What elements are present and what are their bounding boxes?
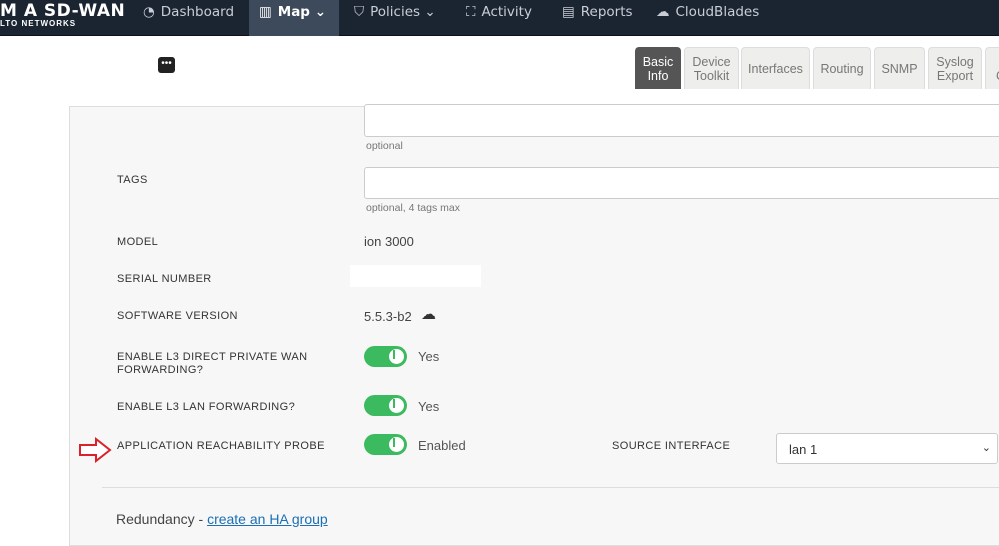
nav-label: CloudBlades (676, 4, 760, 20)
tags-input[interactable] (364, 167, 999, 199)
app-probe-label: APPLICATION REACHABILITY PROBE (117, 440, 325, 453)
brand-logo: M A SD-WAN (0, 1, 125, 21)
nav-label: Activity (481, 4, 532, 20)
tags-hint: optional, 4 tags max (366, 202, 460, 214)
tab-label: SNMP (881, 62, 917, 76)
tab-label: Toolkit (694, 69, 729, 83)
l3-lan-toggle[interactable] (364, 395, 407, 416)
redundancy-label: Redundancy - (116, 511, 207, 527)
file-icon: ▤ (562, 4, 575, 20)
tags-label: TAGS (117, 174, 148, 187)
create-ha-group-link[interactable]: create an HA group (207, 511, 328, 527)
dashboard-icon: ◔ (143, 4, 155, 20)
software-version-label: SOFTWARE VERSION (117, 310, 238, 323)
app-probe-value: Enabled (418, 438, 466, 453)
l3-wan-toggle[interactable] (364, 346, 407, 367)
nav-policies[interactable]: ⛉ Policies ⌄ (344, 0, 446, 36)
tab-label: Basic (643, 55, 674, 69)
tab-basic-info[interactable]: BasicInfo (635, 47, 681, 89)
model-value: ion 3000 (364, 234, 414, 249)
tab-label: Syslog (936, 55, 974, 69)
chevron-down-icon: ⌄ (315, 4, 326, 20)
cloud-icon: ☁ (656, 4, 670, 20)
nav-reports[interactable]: ▤ Reports (552, 0, 643, 36)
app-probe-toggle[interactable] (364, 434, 407, 455)
tab-syslog-export[interactable]: SyslogExport (928, 47, 982, 89)
tab-interfaces[interactable]: Interfaces (741, 47, 810, 89)
nav-dashboard[interactable]: ◔ Dashboard (133, 0, 244, 36)
l3-wan-label: ENABLE L3 DIRECT PRIVATE WAN FORWARDING? (117, 351, 337, 377)
source-interface-label: SOURCE INTERFACE (612, 440, 730, 453)
tab-label: Routing (820, 62, 863, 76)
tab-label: Info (648, 69, 669, 83)
nav-label: Reports (581, 4, 633, 20)
top-nav: M A SD-WAN LTO NETWORKS ◔ Dashboard ▥ Map … (0, 0, 999, 36)
chevron-down-icon: ⌄ (982, 441, 991, 454)
description-input[interactable] (364, 104, 999, 137)
chevron-down-icon: ⌄ (424, 4, 435, 20)
red-arrow-annotation-icon (78, 437, 112, 463)
more-actions-button[interactable]: ••• (158, 57, 175, 73)
nav-cloudblades[interactable]: ☁ CloudBlades (646, 0, 769, 36)
description-hint: optional (366, 140, 403, 152)
nav-map[interactable]: ▥ Map ⌄ (249, 0, 339, 36)
nav-activity[interactable]: ⛶ Activity (456, 0, 542, 36)
tab-label: Interfaces (748, 62, 803, 76)
redundancy-section: Redundancy - create an HA group (116, 511, 328, 527)
shield-icon: ⛉ (354, 4, 364, 20)
source-interface-select[interactable]: lan 1 ⌄ (776, 433, 998, 464)
tab-snmp[interactable]: SNMP (874, 47, 925, 89)
nav-label: Policies (370, 4, 420, 20)
cloud-download-icon[interactable]: ☁ (421, 305, 436, 323)
nav-label: Map (278, 4, 310, 20)
l3-lan-label: ENABLE L3 LAN FORWARDING? (117, 401, 295, 414)
tab-label: Export (937, 69, 973, 83)
l3-wan-value: Yes (418, 349, 439, 364)
map-icon: ▥ (259, 4, 272, 20)
nav-label: Dashboard (161, 4, 234, 20)
tab-routing[interactable]: Routing (813, 47, 871, 89)
divider (102, 487, 999, 488)
binoculars-icon: ⛶ (466, 4, 475, 20)
model-label: MODEL (117, 236, 158, 249)
tab-device-toolkit[interactable]: DeviceToolkit (684, 47, 739, 89)
tab-label: Device (692, 55, 730, 69)
l3-lan-value: Yes (418, 399, 439, 414)
brand-subtitle: LTO NETWORKS (0, 19, 76, 28)
software-version-value: 5.5.3-b2 (364, 309, 412, 324)
tab-more[interactable]: IC (985, 47, 999, 89)
serial-value-redacted (350, 265, 481, 287)
source-interface-value: lan 1 (789, 442, 817, 457)
serial-label: SERIAL NUMBER (117, 273, 212, 286)
